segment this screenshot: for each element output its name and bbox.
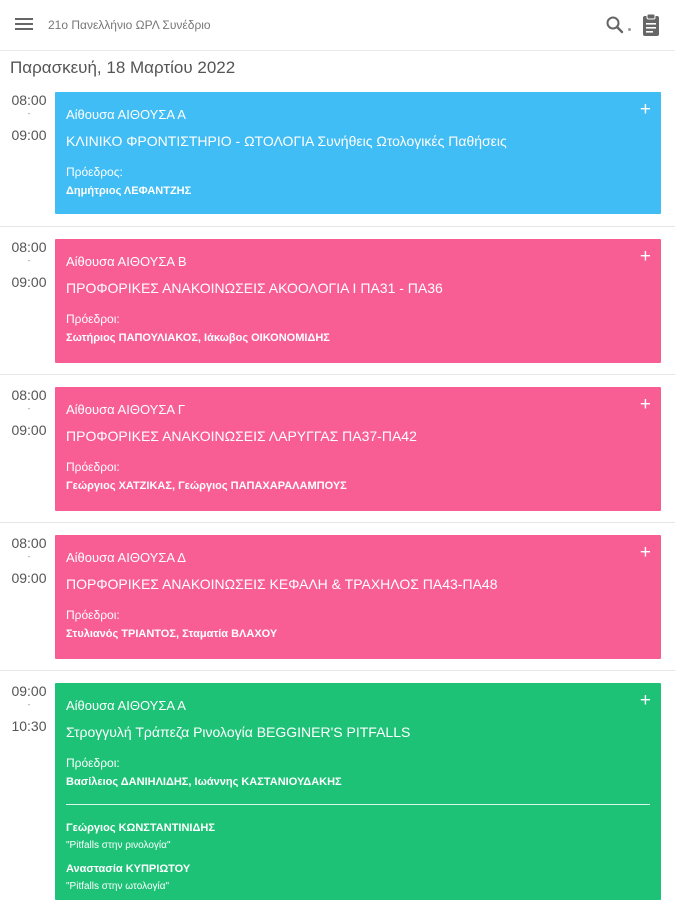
add-session-button[interactable]: + [640, 691, 651, 710]
session-chairs: Δημήτριος ΛΕΦΑΝΤΖΗΣ [66, 185, 192, 197]
search-icon[interactable] [605, 15, 625, 35]
start-time: 09:00 [11, 683, 47, 699]
add-session-button[interactable]: + [640, 100, 651, 119]
session-room: Αίθουσα ΑΙΘΟΥΣΑ Α [66, 107, 186, 122]
chair-label: Πρόεδρος: [66, 165, 123, 179]
time-dash: - [27, 256, 31, 265]
add-session-button[interactable]: + [640, 247, 651, 266]
session-room: Αίθουσα ΑΙΘΟΥΣΑ Β [66, 254, 187, 269]
row-divider [0, 522, 675, 523]
start-time: 08:00 [11, 535, 47, 551]
end-time: 09:00 [11, 274, 47, 290]
add-session-button[interactable]: + [640, 543, 651, 562]
speaker-name: Αναστασία ΚΥΠΡΙΩΤΟΥ [66, 863, 191, 875]
chair-label: Πρόεδροι: [66, 460, 120, 474]
chair-label: Πρόεδροι: [66, 312, 120, 326]
end-time: 10:30 [11, 718, 47, 734]
time-dash: - [27, 404, 31, 413]
separator-dot [628, 28, 631, 31]
session-chairs: Σωτήριος ΠΑΠΟΥΛΙΑΚΟΣ, Ιάκωβος ΟΙΚΟΝΟΜΙΔΗ… [66, 332, 330, 344]
session-card[interactable]: Αίθουσα ΑΙΘΟΥΣΑ Δ + ΠΟΡΦΟΡΙΚΕΣ ΑΝΑΚΟΙΝΩΣ… [55, 535, 661, 659]
time-dash: - [27, 552, 31, 561]
app-bar: 21ο Πανελλήνιο ΩΡΛ Συνέδριο [0, 0, 675, 51]
session-title: ΠΟΡΦΟΡΙΚΕΣ ΑΝΑΚΟΙΝΩΣΕΙΣ ΚΕΦΑΛΗ & ΤΡΑΧΗΛΟ… [66, 576, 498, 592]
time-dash: - [27, 700, 31, 709]
speaker-name: Γεώργιος ΚΩΝΣΤΑΝΤΙΝΙΔΗΣ [66, 822, 215, 834]
end-time: 09:00 [11, 570, 47, 586]
session-room: Αίθουσα ΑΙΘΟΥΣΑ Α [66, 698, 186, 713]
speakers-divider [66, 804, 650, 805]
menu-icon[interactable] [13, 15, 35, 35]
start-time: 08:00 [11, 239, 47, 255]
start-time: 08:00 [11, 92, 47, 108]
clipboard-icon[interactable] [641, 13, 661, 37]
chair-label: Πρόεδροι: [66, 756, 120, 770]
row-divider [0, 670, 675, 671]
start-time: 08:00 [11, 387, 47, 403]
session-card[interactable]: Αίθουσα ΑΙΘΟΥΣΑ Α + ΚΛΙΝΙΚΟ ΦΡΟΝΤΙΣΤΗΡΙΟ… [55, 92, 661, 214]
time-dash: - [27, 109, 31, 118]
speaker-talk: "Pitfalls στην ωτολογία" [66, 881, 170, 892]
add-session-button[interactable]: + [640, 395, 651, 414]
session-card[interactable]: Αίθουσα ΑΙΘΟΥΣΑ Γ + ΠΡΟΦΟΡΙΚΕΣ ΑΝΑΚΟΙΝΩΣ… [55, 387, 661, 511]
end-time: 09:00 [11, 127, 47, 143]
session-card[interactable]: Αίθουσα ΑΙΘΟΥΣΑ Β + ΠΡΟΦΟΡΙΚΕΣ ΑΝΑΚΟΙΝΩΣ… [55, 239, 661, 363]
session-chairs: Στυλιανός ΤΡΙΑΝΤΟΣ, Σταματία ΒΛΑΧΟΥ [66, 628, 278, 640]
session-room: Αίθουσα ΑΙΘΟΥΣΑ Δ [66, 550, 186, 565]
session-chairs: Γεώργιος ΧΑΤΖΙΚΑΣ, Γεώργιος ΠΑΠΑΧΑΡΑΛΑΜΠ… [66, 480, 347, 492]
row-divider [0, 226, 675, 227]
session-card[interactable]: Αίθουσα ΑΙΘΟΥΣΑ Α + Στρογγυλή Τράπεζα Ρι… [55, 683, 661, 900]
speaker-talk: "Pitfalls στην ρινολογία" [66, 840, 171, 851]
app-title: 21ο Πανελλήνιο ΩΡΛ Συνέδριο [48, 18, 211, 32]
row-divider [0, 374, 675, 375]
session-title: Στρογγυλή Τράπεζα Ρινολογία BEGGINER'S P… [66, 724, 411, 740]
session-title: ΠΡΟΦΟΡΙΚΕΣ ΑΝΑΚΟΙΝΩΣΕΙΣ ΑΚΟΟΛΟΓΙΑ Ι ΠΑ31… [66, 280, 443, 296]
chair-label: Πρόεδροι: [66, 608, 120, 622]
day-header: Παρασκευή, 18 Μαρτίου 2022 [10, 58, 236, 77]
session-title: ΚΛΙΝΙΚΟ ΦΡΟΝΤΙΣΤΗΡΙΟ - ΩΤΟΛΟΓΙΑ Συνήθεις… [66, 133, 507, 149]
session-room: Αίθουσα ΑΙΘΟΥΣΑ Γ [66, 402, 186, 417]
session-chairs: Βασίλειος ΔΑΝΙΗΛΙΔΗΣ, Ιωάννης ΚΑΣΤΑΝΙΟΥΔ… [66, 776, 342, 788]
end-time: 09:00 [11, 422, 47, 438]
session-title: ΠΡΟΦΟΡΙΚΕΣ ΑΝΑΚΟΙΝΩΣΕΙΣ ΛΑΡΥΓΓΑΣ ΠΑ37-ΠΑ… [66, 428, 417, 444]
